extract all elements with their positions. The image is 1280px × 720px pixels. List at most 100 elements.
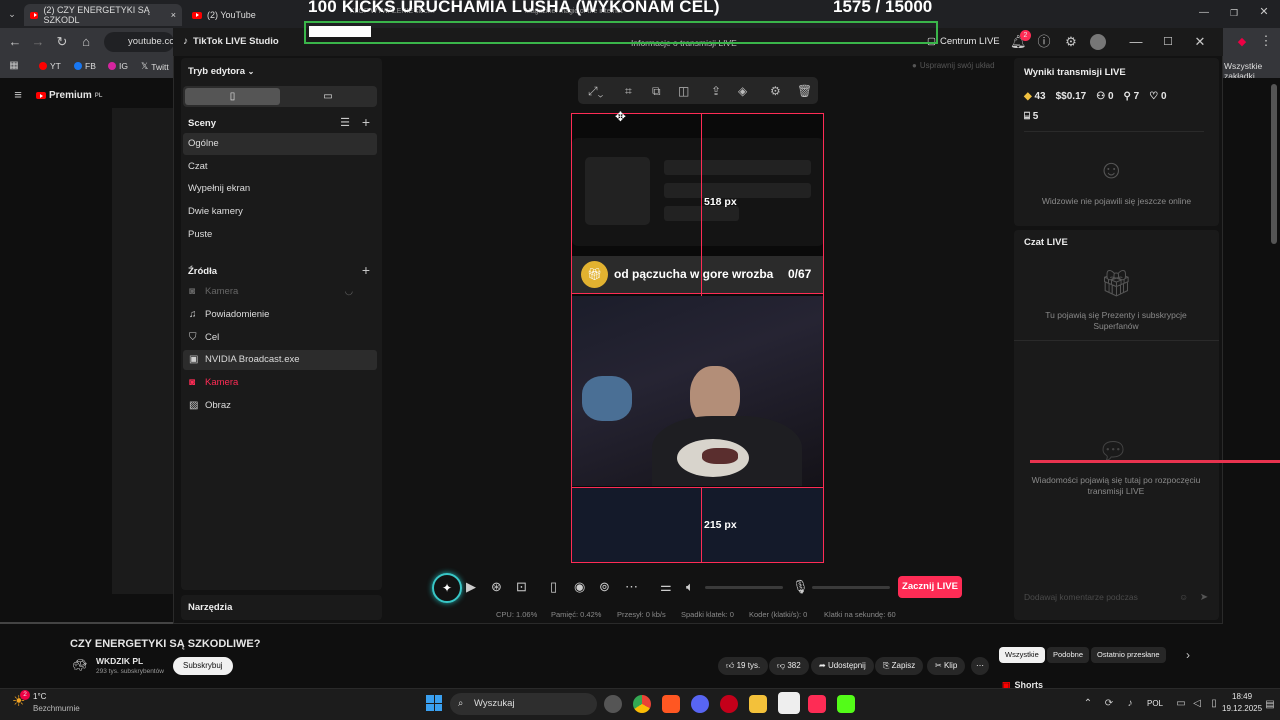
screen-icon[interactable]: ⊡: [516, 579, 527, 595]
avatar[interactable]: [1090, 34, 1106, 50]
file-explorer-icon[interactable]: [749, 695, 767, 713]
maximize-icon[interactable]: ☐: [1160, 35, 1176, 49]
source-nvidia-broadcast[interactable]: ▣ NVIDIA Broadcast.exe: [183, 350, 377, 370]
youtube-premium-logo[interactable]: Premium PL: [36, 90, 102, 101]
duplicate-icon[interactable]: ⧉: [652, 84, 661, 99]
chip-recent[interactable]: Ostatnio przesłane: [1091, 647, 1166, 663]
more-actions-button[interactable]: ⋯: [971, 657, 989, 675]
taskbar-search[interactable]: ⌕ Wyszukaj: [450, 693, 597, 715]
bookmark-fb[interactable]: FB: [74, 61, 96, 71]
chip-similar[interactable]: Podobne: [1047, 647, 1090, 663]
windows-start-icon[interactable]: [426, 695, 442, 711]
scene-two-cameras[interactable]: Dwie kamery: [183, 201, 377, 223]
source-notification[interactable]: ♫ Powiadomienie: [183, 305, 377, 325]
restore-icon[interactable]: ❐: [1226, 6, 1242, 20]
channel-name[interactable]: WKDZIK PL: [96, 656, 143, 666]
effects-icon[interactable]: ⊛: [491, 579, 502, 595]
channel-avatar[interactable]: 🐢︎: [72, 658, 90, 672]
chip-all[interactable]: Wszystkie: [999, 647, 1045, 663]
camera-feed[interactable]: [572, 296, 824, 486]
bring-forward-icon[interactable]: ⇪: [711, 84, 721, 98]
list-icon[interactable]: ☰: [337, 116, 353, 130]
bottom-region[interactable]: [572, 487, 824, 563]
mixer-icon[interactable]: ⚌: [660, 579, 672, 595]
scene-empty[interactable]: Puste: [183, 224, 377, 246]
microphone-icon[interactable]: 🎙︎: [792, 579, 809, 595]
record-icon[interactable]: ◉: [574, 579, 585, 595]
save-button[interactable]: ⎘ Zapisz: [875, 657, 924, 675]
comment-input[interactable]: Dodawaj komentarze podczas ☺: [1020, 588, 1190, 606]
back-icon[interactable]: ←: [7, 35, 23, 49]
volume-icon[interactable]: ◁: [1189, 697, 1205, 711]
phone-icon[interactable]: ▯: [550, 579, 557, 595]
menu-icon[interactable]: ⋮: [1258, 34, 1274, 48]
tray-chevron-icon[interactable]: ⌃: [1080, 697, 1096, 711]
tab-search-icon[interactable]: ⌄: [4, 7, 20, 21]
tools-panel[interactable]: Narzędzia: [181, 595, 382, 620]
source-camera-active[interactable]: ◙ Kamera: [183, 373, 377, 393]
chips-next-icon[interactable]: ›: [1180, 648, 1196, 662]
bookmark-twitter[interactable]: 𝕏 Twitt: [141, 61, 169, 72]
tiktok-icon[interactable]: [808, 695, 826, 713]
go-live-button[interactable]: Zacznij LIVE: [898, 576, 962, 598]
add-scene-icon[interactable]: +: [358, 115, 374, 129]
portrait-icon[interactable]: ▯: [185, 88, 280, 105]
notification-center-icon[interactable]: ▤: [1262, 698, 1278, 712]
brave-icon[interactable]: [662, 695, 680, 713]
layers-icon[interactable]: ◈: [738, 84, 747, 98]
source-settings-icon[interactable]: ⚙: [770, 84, 781, 98]
sync-icon[interactable]: ⟳: [1101, 697, 1117, 711]
close-icon[interactable]: ×: [171, 10, 176, 20]
like-button[interactable]: 👍︎ 19 tys.: [718, 657, 769, 675]
source-image[interactable]: ▨ Obraz: [183, 396, 377, 416]
notification-widget[interactable]: [572, 138, 824, 246]
home-icon[interactable]: ⌂: [78, 35, 94, 49]
video-add-icon[interactable]: ▶: [466, 579, 476, 595]
opera-icon[interactable]: [720, 695, 738, 713]
mic-tray-icon[interactable]: ♪: [1122, 697, 1138, 711]
magic-wand-button[interactable]: ✦: [432, 573, 462, 603]
settings-icon[interactable]: ⚙: [1063, 35, 1079, 49]
language-indicator[interactable]: POL: [1147, 699, 1163, 708]
reload-icon[interactable]: ↻: [54, 35, 70, 49]
dislike-button[interactable]: 👎︎ 382: [769, 657, 809, 675]
chrome-icon[interactable]: [633, 695, 651, 713]
send-icon[interactable]: ➤: [1196, 591, 1212, 605]
app-icon-1[interactable]: [604, 695, 622, 713]
apps-icon[interactable]: ▦: [6, 59, 22, 73]
source-goal[interactable]: ⛉ Cel: [183, 328, 377, 348]
add-source-icon[interactable]: +: [358, 263, 374, 277]
close-window-icon[interactable]: ✕: [1256, 5, 1272, 19]
battery-icon[interactable]: ▯: [1206, 697, 1222, 711]
scene-ogolne[interactable]: Ogólne: [183, 133, 377, 155]
scene-fill-screen[interactable]: Wypełnij ekran: [183, 178, 377, 200]
hamburger-icon[interactable]: ≡: [10, 88, 26, 102]
crop-icon[interactable]: ⌗: [625, 84, 632, 99]
capcut-icon[interactable]: [778, 692, 800, 714]
kick-icon[interactable]: [837, 695, 855, 713]
scene-czat[interactable]: Czat: [183, 156, 377, 178]
camera-settings-icon[interactable]: ⊚: [599, 579, 610, 595]
minimize-icon[interactable]: —: [1128, 35, 1144, 49]
close-icon[interactable]: ✕: [1192, 35, 1208, 49]
minimize-icon[interactable]: —: [1196, 6, 1212, 20]
fit-icon[interactable]: ⤢⌄: [588, 84, 603, 99]
tab-video[interactable]: (2) CZY ENERGETYKI SĄ SZKODL ×: [24, 4, 182, 26]
landscape-icon[interactable]: ▭: [281, 88, 375, 105]
subscribe-button[interactable]: Subskrybuj: [173, 657, 233, 675]
editor-mode-dropdown[interactable]: Tryb edytora ⌄: [188, 66, 254, 77]
mic-volume-slider[interactable]: [812, 586, 890, 589]
clock-time[interactable]: 18:49: [1232, 692, 1252, 701]
stream-preview[interactable]: 🎁︎ od pączucha w gore wrozba 0/67: [572, 113, 824, 563]
discord-icon[interactable]: [691, 695, 709, 713]
bookmark-ig[interactable]: IG: [108, 61, 128, 71]
clip-button[interactable]: ✂ Klip: [927, 657, 966, 675]
source-camera-hidden[interactable]: ◙ Kamera ◡: [183, 282, 377, 302]
more-icon[interactable]: ⋯: [625, 579, 638, 595]
delete-icon[interactable]: 🗑︎: [797, 84, 812, 98]
help-icon[interactable]: ⓘ: [1036, 35, 1052, 49]
share-button[interactable]: ➦ Udostępnij: [811, 657, 874, 675]
forward-icon[interactable]: →: [30, 35, 46, 49]
layout-hint[interactable]: ● Usprawnij swój układ: [912, 61, 995, 70]
clock-date[interactable]: 19.12.2025: [1222, 704, 1262, 713]
